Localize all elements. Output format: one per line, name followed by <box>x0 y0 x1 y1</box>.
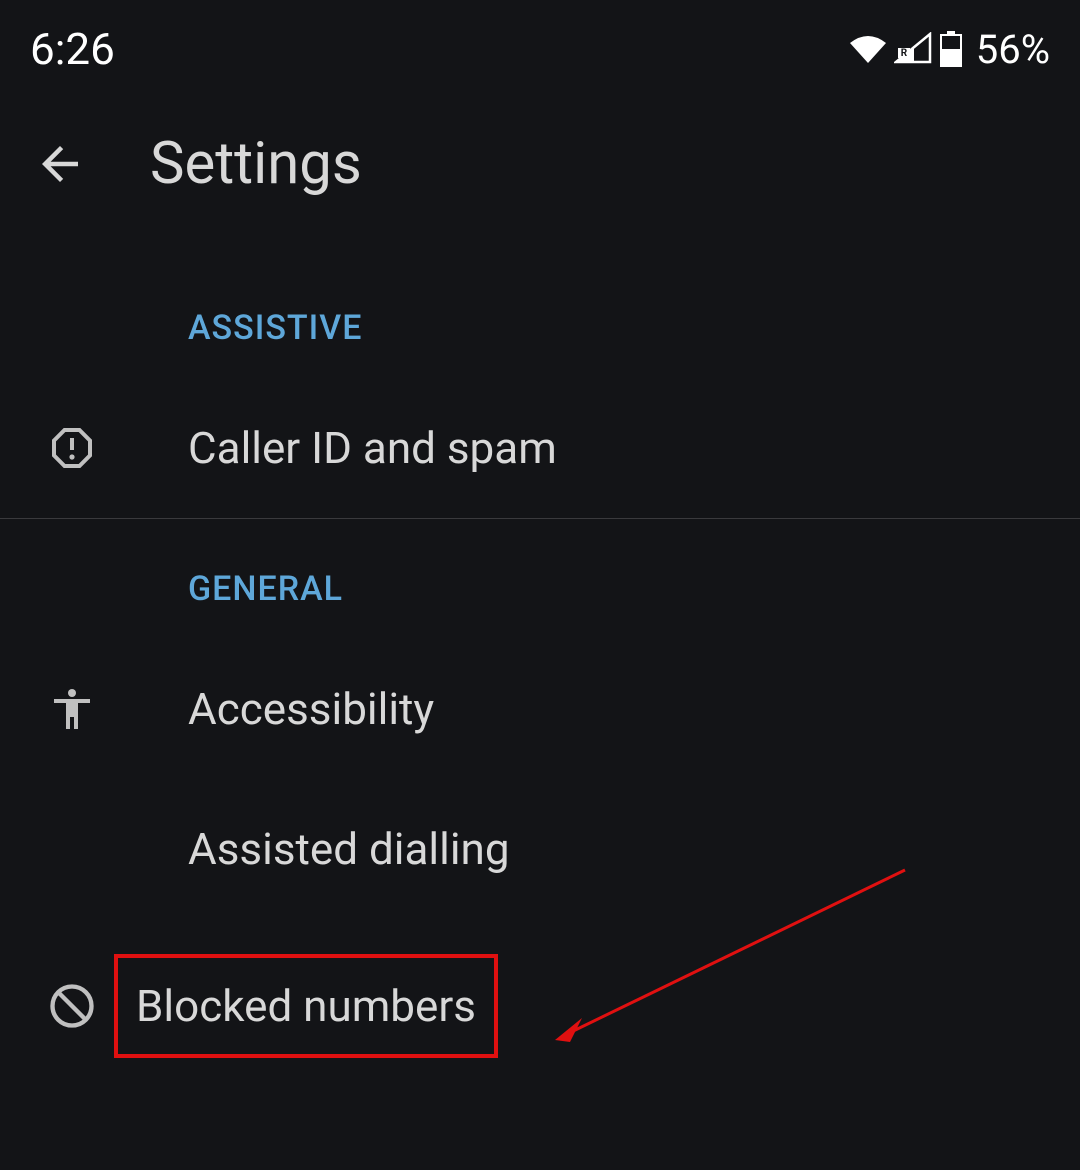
list-item-caller-id-spam[interactable]: Caller ID and spam <box>0 378 1080 518</box>
warning-octagon-icon <box>44 420 100 476</box>
battery-percentage: 56% <box>976 26 1050 73</box>
accessibility-icon <box>44 681 100 737</box>
list-item-assisted-dialling[interactable]: Assisted dialling <box>0 779 1080 919</box>
svg-text:R: R <box>901 48 908 59</box>
list-item-label: Caller ID and spam <box>132 422 557 474</box>
list-item-blocked-numbers[interactable]: Blocked numbers <box>0 919 1080 1093</box>
battery-icon <box>940 31 962 67</box>
list-item-label: Accessibility <box>132 683 434 735</box>
block-icon <box>44 978 100 1034</box>
app-bar: Settings <box>0 90 1080 258</box>
section-header-assistive: ASSISTIVE <box>0 258 1080 378</box>
list-item-label: Blocked numbers <box>136 980 476 1032</box>
status-icons: R <box>848 31 962 67</box>
back-button[interactable] <box>30 134 90 194</box>
signal-icon: R <box>894 32 934 66</box>
section-header-general: GENERAL <box>0 519 1080 639</box>
status-bar: 6:26 R 56% <box>0 0 1080 90</box>
wifi-icon <box>848 33 888 65</box>
status-right: R 56% <box>848 26 1050 73</box>
status-time: 6:26 <box>30 23 115 75</box>
highlight-annotation: Blocked numbers <box>114 954 498 1058</box>
list-item-label: Assisted dialling <box>132 823 510 875</box>
page-title: Settings <box>150 130 362 198</box>
list-item-accessibility[interactable]: Accessibility <box>0 639 1080 779</box>
arrow-back-icon <box>33 137 87 191</box>
